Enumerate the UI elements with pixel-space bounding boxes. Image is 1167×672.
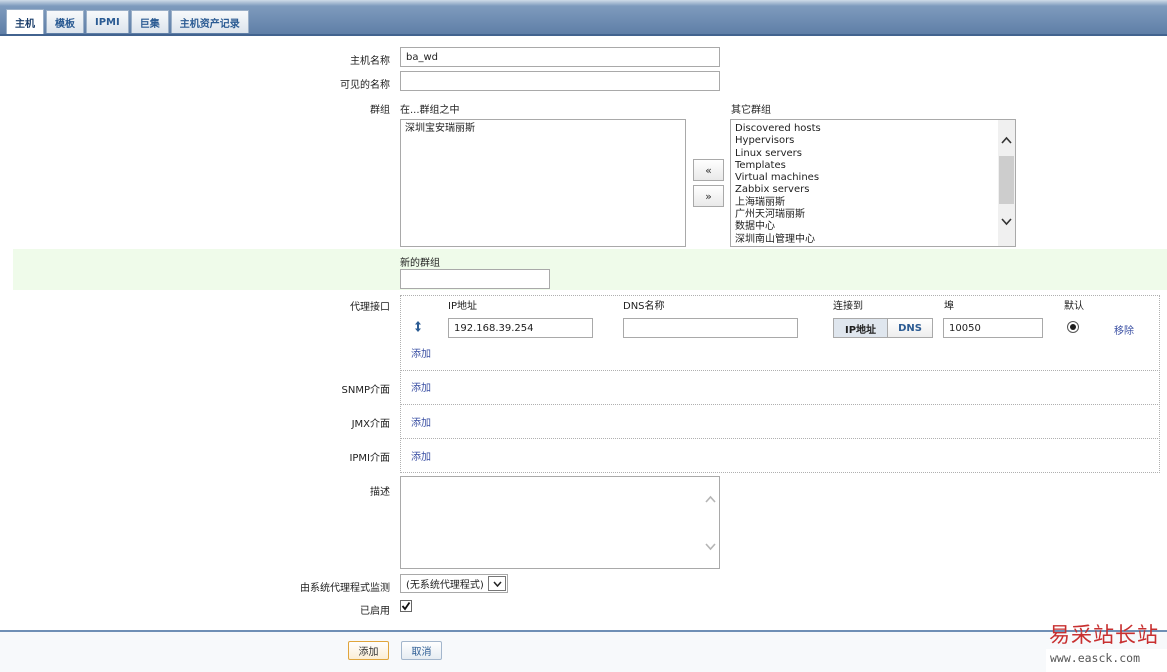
tab-ipmi[interactable]: IPMI bbox=[86, 10, 129, 33]
tab-inventory[interactable]: 主机资产记录 bbox=[170, 10, 249, 33]
remove-link[interactable]: 移除 bbox=[1114, 322, 1134, 337]
tab-host[interactable]: 主机 bbox=[6, 9, 44, 34]
list-item[interactable]: Linux servers bbox=[735, 148, 995, 160]
proxy-label: 由系统代理程式监测 bbox=[300, 583, 390, 594]
jmx-label: JMX介面 bbox=[351, 419, 390, 430]
list-item[interactable]: 深圳南山管理中心 bbox=[735, 234, 995, 246]
scroll-up-icon[interactable] bbox=[705, 495, 716, 503]
scroll-up-icon[interactable] bbox=[1001, 136, 1012, 144]
tab-macros[interactable]: 巨集 bbox=[130, 10, 169, 33]
other-groups-list[interactable]: Discovered hosts Hypervisors Linux serve… bbox=[730, 119, 1016, 247]
footer-bar bbox=[0, 632, 1167, 672]
check-icon bbox=[401, 601, 411, 611]
new-group-label: 新的群组 bbox=[400, 258, 440, 269]
move-left-button[interactable]: « bbox=[693, 159, 724, 181]
visible-name-input[interactable] bbox=[400, 71, 720, 91]
snmp-interface-box bbox=[400, 370, 1160, 405]
description-label: 描述 bbox=[370, 487, 390, 498]
list-item[interactable]: 广州天河瑞丽斯 bbox=[735, 209, 995, 221]
textarea-scrollbar[interactable] bbox=[702, 477, 719, 568]
agent-dns-input[interactable] bbox=[623, 318, 798, 338]
snmp-add-link[interactable]: 添加 bbox=[411, 379, 431, 394]
scroll-down-icon[interactable] bbox=[1001, 218, 1012, 226]
col-default-header: 默认 bbox=[1064, 301, 1084, 312]
col-dns-header: DNS名称 bbox=[623, 301, 665, 312]
watermark-url: www.easck.com bbox=[1050, 651, 1141, 665]
in-groups-list[interactable]: 深圳宝安瑞丽斯 bbox=[400, 119, 686, 247]
agent-add-link[interactable]: 添加 bbox=[411, 345, 431, 360]
host-name-input[interactable] bbox=[400, 47, 720, 67]
agent-ip-input[interactable] bbox=[448, 318, 593, 338]
snmp-label: SNMP介面 bbox=[341, 385, 391, 396]
cancel-button[interactable]: 取消 bbox=[401, 641, 442, 660]
list-scrollbar[interactable] bbox=[998, 120, 1015, 246]
col-connect-header: 连接到 bbox=[833, 301, 863, 312]
enabled-label: 已启用 bbox=[360, 606, 390, 617]
add-button[interactable]: 添加 bbox=[348, 641, 389, 660]
ipmi-interface-box bbox=[400, 438, 1160, 473]
enabled-checkbox[interactable] bbox=[400, 600, 412, 612]
connect-dns-button[interactable]: DNS bbox=[887, 318, 933, 338]
other-groups-label: 其它群组 bbox=[731, 105, 771, 116]
watermark-title: 易采站长站 bbox=[1049, 623, 1159, 647]
list-item[interactable]: 数据中心 bbox=[735, 221, 995, 233]
jmx-add-link[interactable]: 添加 bbox=[411, 414, 431, 429]
new-group-input[interactable] bbox=[400, 269, 550, 289]
ipmi-label: IPMI介面 bbox=[349, 453, 390, 464]
list-item[interactable]: Virtual machines bbox=[735, 172, 995, 184]
connect-ip-button[interactable]: IP地址 bbox=[833, 318, 888, 338]
list-item[interactable]: 深圳宝安瑞丽斯 bbox=[405, 123, 681, 135]
list-item[interactable]: 上海瑞丽斯 bbox=[735, 197, 995, 209]
description-textarea[interactable] bbox=[400, 476, 720, 569]
visible-name-label: 可见的名称 bbox=[340, 80, 390, 91]
drag-handle-icon[interactable] bbox=[413, 320, 423, 333]
agent-port-input[interactable] bbox=[943, 318, 1043, 338]
proxy-select-value: (无系统代理程式) bbox=[406, 580, 484, 591]
scroll-down-icon[interactable] bbox=[705, 543, 716, 551]
in-groups-label: 在...群组之中 bbox=[400, 105, 460, 116]
list-item[interactable]: Discovered hosts bbox=[735, 123, 995, 135]
default-radio[interactable] bbox=[1067, 321, 1079, 333]
list-item[interactable]: Hypervisors bbox=[735, 135, 995, 147]
tab-bar: 主机 模板 IPMI 巨集 主机资产记录 bbox=[0, 0, 1167, 36]
list-item[interactable]: Templates bbox=[735, 160, 995, 172]
tab-templates[interactable]: 模板 bbox=[46, 10, 84, 33]
jmx-interface-box bbox=[400, 404, 1160, 439]
move-right-button[interactable]: » bbox=[693, 185, 724, 207]
host-name-label: 主机名称 bbox=[350, 56, 390, 67]
groups-label: 群组 bbox=[370, 105, 390, 116]
scroll-thumb[interactable] bbox=[999, 156, 1014, 204]
col-port-header: 埠 bbox=[944, 301, 954, 312]
agent-interface-label: 代理接口 bbox=[350, 302, 390, 313]
ipmi-add-link[interactable]: 添加 bbox=[411, 448, 431, 463]
proxy-select[interactable]: (无系统代理程式) bbox=[400, 574, 508, 593]
new-group-row bbox=[13, 249, 1167, 290]
list-item[interactable]: Zabbix servers bbox=[735, 184, 995, 196]
col-ip-header: IP地址 bbox=[448, 301, 477, 312]
chevron-down-icon[interactable] bbox=[488, 576, 506, 591]
